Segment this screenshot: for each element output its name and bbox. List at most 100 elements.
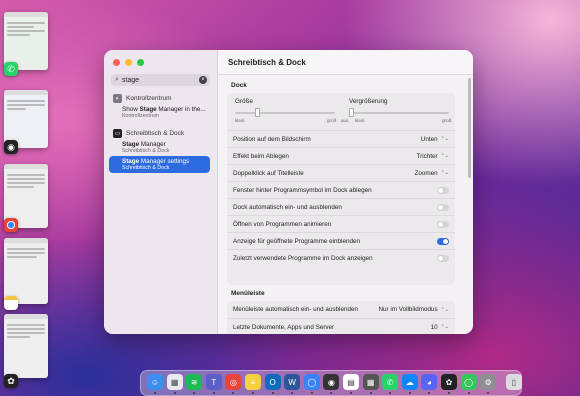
search-result-title: Stage Manager — [122, 141, 166, 148]
search-result-title: Show Stage Manager in the... — [122, 106, 206, 113]
popup-value: Zoomen — [414, 169, 438, 177]
settings-icon[interactable]: ⚙ — [480, 374, 497, 390]
search-input[interactable]: stage — [122, 77, 199, 84]
settings-pane: Schreibtisch & Dock Dock Größe klein gro… — [218, 50, 473, 334]
sidebar: ⌕ stage × ◐ Kontrollzentrum Show Stage M… — [104, 50, 218, 334]
close-button[interactable] — [113, 59, 120, 66]
chevron-updown-icon: ⌃⌄ — [440, 153, 449, 159]
chatgpt-icon[interactable]: ✿ — [441, 374, 457, 390]
setting-row: Effekt beim Ablegen Trichter ⌃⌄ — [227, 147, 455, 164]
discord-icon[interactable]: ◕ — [421, 374, 438, 390]
teams-icon[interactable]: T — [205, 374, 222, 390]
magnification-off-label: aus — [341, 118, 349, 123]
running-indicator — [448, 392, 450, 394]
toggle-switch[interactable] — [437, 220, 449, 228]
magnification-slider-track[interactable] — [349, 112, 449, 114]
menubar-settings-card: Menüleiste automatisch ein- und ausblend… — [227, 301, 455, 334]
running-indicator — [487, 392, 490, 394]
stage-thumbnail-document[interactable] — [4, 314, 48, 378]
screenshot-icon[interactable]: ◉ — [323, 374, 340, 390]
chevron-updown-icon: ⌃⌄ — [440, 170, 449, 176]
search-result[interactable]: Show Stage Manager in the... Kontrollzen… — [109, 104, 210, 121]
running-indicator — [310, 392, 313, 394]
imessage-icon[interactable]: ◯ — [460, 374, 477, 390]
setting-label: Effekt beim Ablegen — [233, 152, 289, 160]
finder-icon[interactable]: ☺ — [147, 374, 163, 390]
pane-title: Schreibtisch & Dock — [218, 50, 473, 75]
setting-label: Letzte Dokumente, Apps und Server — [233, 323, 335, 331]
setting-row: Position auf dem Bildschirm Unten ⌃⌄ — [227, 130, 455, 147]
popup-value: Unten — [420, 135, 438, 143]
toggle-switch[interactable] — [437, 237, 449, 245]
desktop-dock-icon: ▭ — [113, 129, 122, 138]
zoom-button[interactable] — [137, 59, 144, 66]
running-indicator — [193, 392, 196, 394]
setting-label: Dock automatisch ein- und ausblenden — [233, 203, 342, 211]
chevron-updown-icon: ⌃⌄ — [440, 136, 449, 142]
word-icon[interactable]: W — [284, 374, 301, 390]
size-slider-track[interactable] — [235, 112, 335, 114]
bluesky-icon[interactable]: ☁ — [401, 374, 418, 390]
search-result-selected[interactable]: Stage Manager settings Schreibtisch & Do… — [109, 156, 210, 173]
section-heading-dock: Dock — [231, 82, 247, 89]
popup-button[interactable]: Trichter ⌃⌄ — [417, 153, 450, 160]
toggle-switch[interactable] — [437, 203, 449, 211]
scrollbar[interactable] — [468, 78, 471, 178]
running-indicator — [252, 392, 254, 394]
outlook-icon[interactable]: O — [264, 374, 281, 390]
running-indicator — [369, 392, 372, 394]
size-min-label: klein — [235, 118, 245, 123]
popup-button[interactable]: Nur im Vollbildmodus ⌃⌄ — [378, 306, 449, 313]
magnification-slider-thumb[interactable] — [349, 108, 354, 117]
running-indicator — [232, 392, 235, 394]
running-indicator — [350, 392, 352, 394]
notes-icon[interactable]: ≡ — [245, 374, 261, 390]
chrome-icon — [4, 218, 18, 232]
popup-value: Nur im Vollbildmodus — [378, 306, 438, 313]
size-slider-thumb[interactable] — [255, 108, 260, 117]
popup-button[interactable]: Zoomen ⌃⌄ — [415, 170, 450, 177]
running-indicator — [291, 392, 294, 394]
section-heading-menubar: Menüleiste — [231, 290, 265, 297]
setting-label: Position auf dem Bildschirm — [233, 135, 311, 143]
category-schreibtisch-dock[interactable]: ▭ Schreibtisch & Dock — [113, 129, 184, 138]
setting-label: Zuletzt verwendete Programme im Dock anz… — [233, 254, 373, 262]
toggle-switch[interactable] — [437, 254, 449, 262]
setting-label: Menüleiste automatisch ein- und ausblend… — [233, 306, 358, 313]
running-indicator — [330, 392, 333, 394]
search-result-subtitle: Schreibtisch & Dock — [122, 165, 170, 171]
toggle-switch[interactable] — [437, 186, 449, 194]
search-field[interactable]: ⌕ stage × — [111, 74, 210, 86]
control-center-icon: ◐ — [113, 94, 122, 103]
calendar-icon[interactable]: ▤ — [343, 374, 359, 390]
setting-label: Doppelklick auf Titelleiste — [233, 169, 304, 177]
minimize-button[interactable] — [125, 59, 132, 66]
whatsapp-icon[interactable]: ✆ — [382, 374, 399, 390]
setting-row: Zuletzt verwendete Programme im Dock anz… — [227, 249, 455, 266]
spotify-icon[interactable]: ≋ — [186, 374, 203, 390]
trash-icon[interactable]: ▯ — [505, 374, 522, 390]
search-result-subtitle: Schreibtisch & Dock — [122, 148, 170, 154]
category-kontrollzentrum[interactable]: ◐ Kontrollzentrum — [113, 94, 172, 103]
setting-row: Dock automatisch ein- und ausblenden — [227, 198, 455, 215]
magnification-slider-label: Vergrößerung — [349, 98, 388, 105]
pane-content[interactable]: Dock Größe klein groß Vergrößerung aus k… — [218, 75, 473, 334]
search-result[interactable]: Stage Manager Schreibtisch & Dock — [109, 139, 210, 156]
search-icon: ⌕ — [115, 76, 119, 83]
clear-search-icon[interactable]: × — [199, 76, 207, 84]
launchpad-icon[interactable]: ▦ — [166, 374, 183, 390]
popup-button[interactable]: Unten ⌃⌄ — [421, 136, 449, 143]
setting-row: Letzte Dokumente, Apps und Server 10 ⌃⌄ — [227, 318, 455, 334]
chrome-icon[interactable]: ◎ — [225, 374, 242, 390]
messages-icon[interactable]: ◯ — [303, 374, 320, 390]
magnification-max-label: groß — [442, 118, 452, 123]
chevron-updown-icon: ⌃⌄ — [440, 324, 449, 330]
running-indicator — [467, 392, 470, 394]
search-result-subtitle: Kontrollzentrum — [122, 113, 160, 119]
calculator-icon[interactable]: ▦ — [362, 374, 379, 390]
size-slider-label: Größe — [235, 98, 253, 105]
dock: ☺ ▦ ≋ T ◎ ≡ O W ◯ ◉ ▤ ▦ ✆ ☁ ◕ ✿ ◯ ⚙ ▯ — [140, 370, 522, 396]
stage-thumbnail-notes[interactable] — [4, 238, 48, 304]
popup-button[interactable]: 10 ⌃⌄ — [431, 324, 449, 331]
setting-label: Fenster hinter Programmsymbol im Dock ab… — [233, 186, 372, 194]
